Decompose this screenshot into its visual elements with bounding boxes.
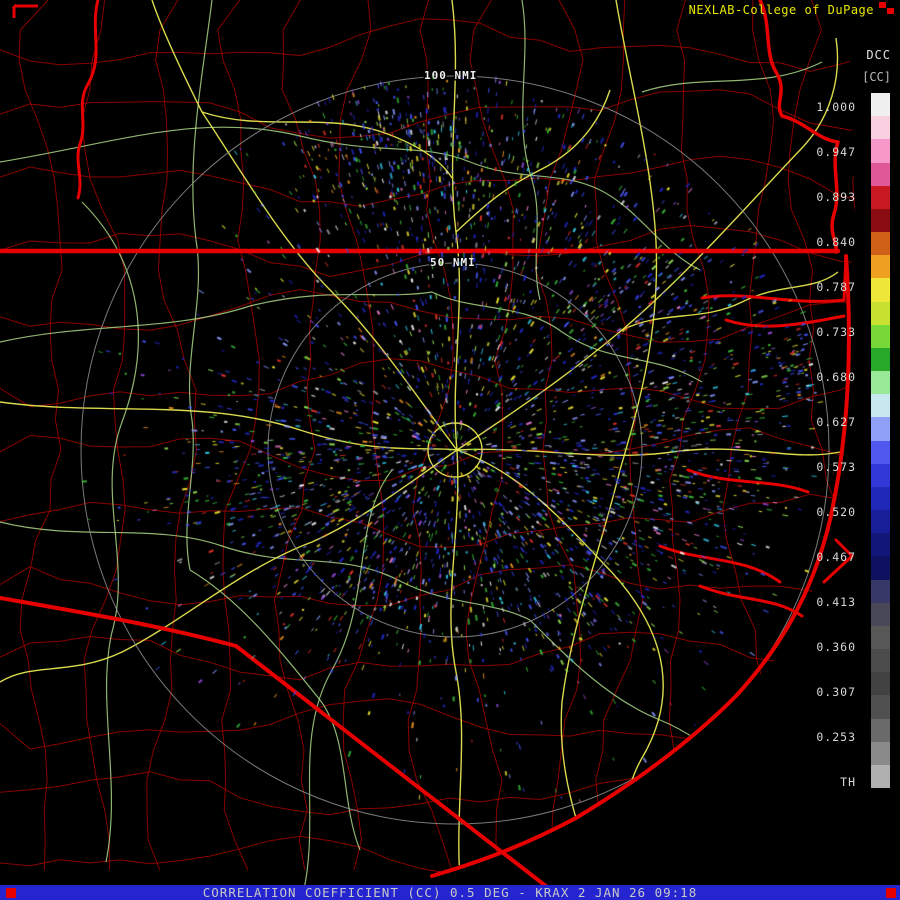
color-scale-segment <box>871 208 890 233</box>
color-scale-segment <box>871 625 890 650</box>
product-title: CORRELATION COEFFICIENT (CC) 0.5 DEG - K… <box>202 885 698 900</box>
color-scale-segment <box>871 672 890 696</box>
station-mark-icon <box>879 2 895 15</box>
color-scale-segment <box>871 533 890 557</box>
colorbar-label: 0.253 <box>816 730 856 744</box>
color-scale-segment <box>871 324 890 348</box>
colorbar-label: 0.733 <box>816 325 856 339</box>
colorbar-label: 0.947 <box>816 145 856 159</box>
colorbar-label: 0.680 <box>816 370 856 384</box>
color-scale <box>871 93 890 789</box>
color-scale-segment <box>871 463 890 487</box>
colorbar-label: 0.360 <box>816 640 856 654</box>
status-bar: CORRELATION COEFFICIENT (CC) 0.5 DEG - K… <box>0 885 900 900</box>
color-scale-segment <box>871 394 890 418</box>
colorbar-label: TH <box>840 775 856 789</box>
colorbar-label: 0.413 <box>816 595 856 609</box>
color-scale-segment <box>871 510 890 534</box>
product-code: DCC <box>866 48 891 62</box>
color-scale-segment <box>871 162 890 186</box>
color-scale-segment <box>871 741 890 765</box>
color-scale-segment <box>871 278 890 302</box>
radar-display: 100 NMI 50 NMI NEXLAB-College of DuPage … <box>0 0 900 900</box>
colorbar-label: 0.840 <box>816 235 856 249</box>
colorbar-label: 0.893 <box>816 190 856 204</box>
product-unit: [CC] <box>862 70 891 84</box>
colorbar-label: 1.000 <box>816 100 856 114</box>
status-bar-right-mark <box>886 888 896 898</box>
color-scale-segment <box>871 255 890 279</box>
colorbar-label: 0.307 <box>816 685 856 699</box>
color-scale-segment <box>871 440 890 464</box>
colorbar-label: 0.787 <box>816 280 856 294</box>
status-bar-left-mark <box>6 888 16 898</box>
color-scale-segment <box>871 695 890 719</box>
color-scale-segment <box>871 347 890 372</box>
color-scale-segment <box>871 116 890 140</box>
color-scale-segment <box>871 602 890 626</box>
colorbar-label: 0.467 <box>816 550 856 564</box>
colorbar-label: 0.627 <box>816 415 856 429</box>
color-scale-segment <box>871 93 890 117</box>
color-scale-segment <box>871 301 890 325</box>
radar-echoes-layer <box>0 0 900 900</box>
color-scale-segment <box>871 371 890 395</box>
colorbar-label: 0.573 <box>816 460 856 474</box>
brand-text: NEXLAB-College of DuPage <box>688 3 874 17</box>
color-scale-segment <box>871 232 890 256</box>
colorbar-label: 0.520 <box>816 505 856 519</box>
color-scale-segment <box>871 764 890 789</box>
color-scale-segment <box>871 556 890 580</box>
color-scale-segment <box>871 139 890 163</box>
color-scale-segment <box>871 486 890 511</box>
color-scale-segment <box>871 649 890 673</box>
color-scale-segment <box>871 417 890 441</box>
color-scale-segment <box>871 718 890 742</box>
color-scale-segment <box>871 185 890 209</box>
color-scale-segment <box>871 579 890 603</box>
